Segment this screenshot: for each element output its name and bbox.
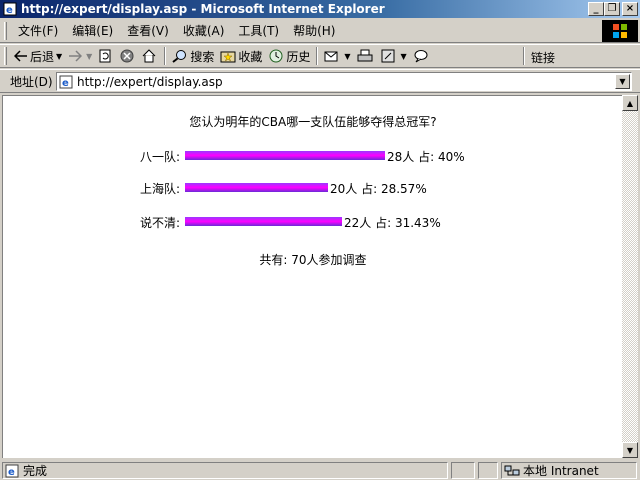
edit-dropdown-icon[interactable]: ▼ — [401, 52, 407, 61]
option-stat: 22人 占: 31.43% — [344, 214, 441, 231]
status-text: 完成 — [23, 464, 48, 478]
favorites-icon — [220, 51, 236, 63]
toolbar-separator — [164, 47, 167, 65]
option-label: 说不清: — [139, 216, 180, 230]
forward-dropdown-icon[interactable]: ▼ — [86, 52, 92, 61]
option-share: 占: 40% — [418, 150, 465, 164]
page-content: 您认为明年的CBA哪一支队伍能够夺得总冠军? 八一队: 28人 占: 40% 上… — [2, 95, 622, 458]
refresh-icon — [99, 49, 111, 63]
menu-file[interactable]: 文件(F) — [11, 22, 65, 40]
poll-question: 您认为明年的CBA哪一支队伍能够夺得总冠军? — [189, 115, 437, 129]
standard-toolbar: 后退 ▼ ▼ 搜索 收藏 历史 ▼ ▼ 链接 — [0, 44, 640, 68]
option-count: 22人 — [344, 216, 372, 230]
address-label: 地址(D) — [10, 74, 53, 89]
stop-button[interactable] — [117, 45, 139, 67]
address-dropdown-icon[interactable]: ▼ — [615, 74, 630, 89]
done-page-icon: e — [5, 464, 19, 478]
search-label: 搜索 — [190, 49, 215, 64]
intranet-icon — [504, 465, 520, 475]
discuss-button[interactable] — [410, 45, 434, 67]
ie-page-icon: e — [3, 2, 17, 16]
ie-window: e http://expert/display.asp - Microsoft … — [0, 0, 640, 480]
mail-dropdown-icon[interactable]: ▼ — [344, 52, 350, 61]
title-bar[interactable]: e http://expert/display.asp - Microsoft … — [0, 0, 640, 18]
option-count: 28人 — [387, 150, 415, 164]
status-panel-blank — [451, 462, 475, 479]
toolbar-separator — [316, 47, 319, 65]
window-title: http://expert/display.asp - Microsoft In… — [21, 2, 385, 16]
svg-text:e: e — [62, 78, 69, 89]
links-button[interactable]: 链接 — [531, 49, 555, 66]
forward-button[interactable]: ▼ — [65, 45, 95, 67]
toolbar-grip[interactable] — [4, 47, 7, 65]
page-icon: e — [59, 75, 73, 89]
favorites-button[interactable]: 收藏 — [217, 45, 265, 67]
mail-icon — [324, 51, 338, 62]
back-label: 后退 — [30, 49, 55, 64]
edit-icon — [381, 49, 395, 63]
windows-logo-icon — [602, 20, 638, 42]
menu-bar: 文件(F) 编辑(E) 查看(V) 收藏(A) 工具(T) 帮助(H) — [0, 19, 640, 43]
option-share: 占: 31.43% — [375, 216, 441, 230]
edit-button[interactable]: ▼ — [378, 45, 410, 67]
status-main: e 完成 — [2, 462, 448, 479]
option-label: 八一队: — [139, 150, 180, 164]
menu-help[interactable]: 帮助(H) — [286, 22, 342, 40]
status-panel-blank — [478, 462, 498, 479]
history-label: 历史 — [286, 49, 311, 64]
option-label: 上海队: — [139, 182, 180, 196]
print-button[interactable] — [354, 45, 378, 67]
home-icon — [142, 49, 156, 63]
discuss-icon — [414, 50, 428, 63]
zone-text: 本地 Intranet — [523, 464, 599, 478]
menu-tools[interactable]: 工具(T) — [231, 22, 286, 40]
search-button[interactable]: 搜索 — [169, 45, 217, 67]
history-icon — [269, 49, 283, 63]
favorites-label: 收藏 — [238, 49, 263, 64]
links-separator — [523, 47, 525, 65]
print-icon — [357, 49, 373, 62]
search-icon — [172, 50, 187, 63]
option-share: 占: 28.57% — [361, 182, 427, 196]
svg-text:e: e — [6, 5, 13, 16]
address-url[interactable]: http://expert/display.asp — [77, 75, 223, 89]
scroll-up-icon[interactable]: ▲ — [622, 95, 638, 111]
back-button[interactable]: 后退 ▼ — [11, 45, 65, 67]
poll-row: 八一队: 28人 占: 40% — [3, 148, 623, 164]
svg-text:e: e — [8, 467, 15, 478]
status-bar: e 完成 本地 Intranet — [0, 460, 640, 480]
scroll-down-icon[interactable]: ▼ — [622, 442, 638, 458]
option-stat: 28人 占: 40% — [387, 148, 465, 165]
home-button[interactable] — [139, 45, 161, 67]
address-bar: 地址(D) e http://expert/display.asp ▼ — [0, 69, 640, 93]
mail-button[interactable]: ▼ — [321, 45, 353, 67]
poll-row: 说不清: 22人 占: 31.43% — [3, 214, 623, 230]
result-bar — [185, 151, 385, 160]
refresh-button[interactable] — [95, 45, 117, 67]
close-button[interactable]: × — [622, 2, 638, 16]
menu-grip[interactable] — [4, 21, 7, 40]
address-input[interactable]: e http://expert/display.asp ▼ — [56, 72, 632, 91]
option-stat: 20人 占: 28.57% — [330, 180, 427, 197]
poll-total: 共有: 70人参加调查 — [259, 253, 367, 267]
menu-view[interactable]: 查看(V) — [120, 22, 176, 40]
option-count: 20人 — [330, 182, 358, 196]
history-button[interactable]: 历史 — [265, 45, 313, 67]
back-dropdown-icon[interactable]: ▼ — [56, 52, 62, 61]
vertical-scrollbar[interactable]: ▲ ▼ — [622, 95, 638, 458]
stop-icon — [120, 49, 134, 63]
menu-edit[interactable]: 编辑(E) — [65, 22, 120, 40]
status-zone: 本地 Intranet — [501, 462, 637, 479]
back-arrow-icon — [14, 50, 27, 62]
forward-arrow-icon — [69, 50, 83, 62]
restore-button[interactable]: ❐ — [604, 2, 620, 16]
menu-favorites[interactable]: 收藏(A) — [176, 22, 232, 40]
result-bar — [185, 183, 328, 192]
result-bar — [185, 217, 342, 226]
poll-row: 上海队: 20人 占: 28.57% — [3, 180, 623, 196]
minimize-button[interactable]: _ — [588, 2, 604, 16]
